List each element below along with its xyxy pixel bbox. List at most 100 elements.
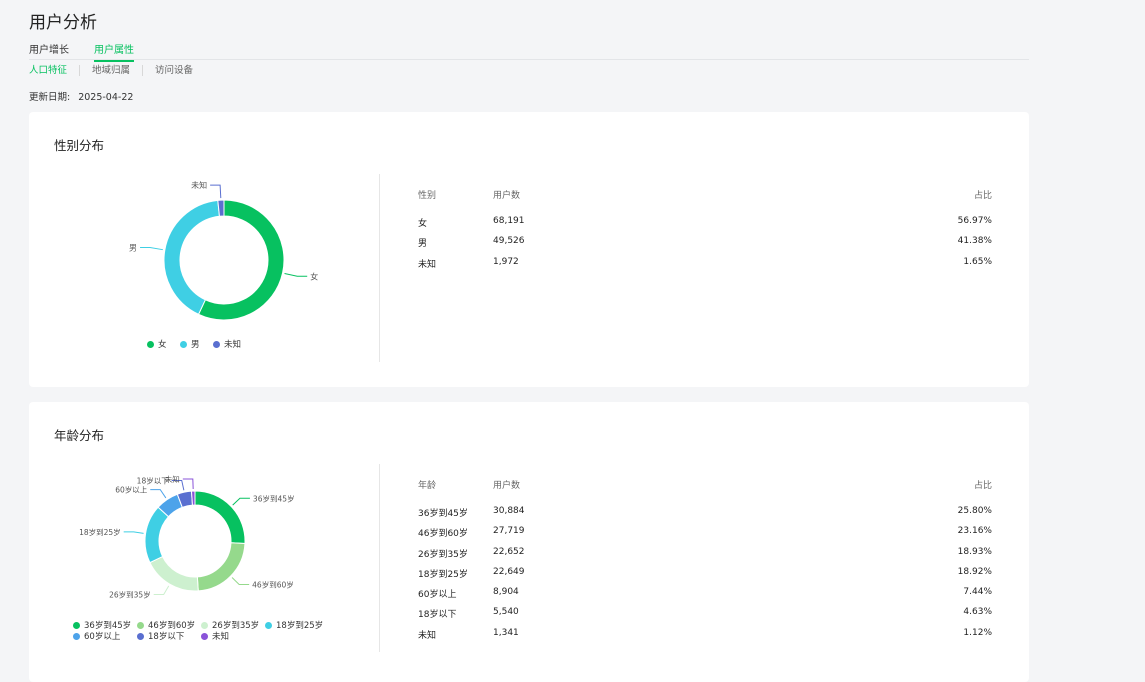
row-count: 22,652 [493,547,525,557]
legend-dot-icon [137,633,144,640]
gender-header-pct: 占比 [973,191,992,201]
row-count: 8,904 [493,587,519,597]
table-row: 未知 1,341 1.12% [418,628,992,642]
update-date: 更新日期: 2025-04-22 [29,89,133,103]
table-row: 46岁到60岁 27,719 23.16% [418,526,992,540]
slice-label: 26岁到35岁 [109,590,151,600]
table-row: 18岁到25岁 22,649 18.92% [418,567,992,581]
row-pct: 25.80% [957,506,992,516]
age-header-count: 用户数 [493,481,521,491]
slice-label-line [284,272,308,277]
update-value: 2025-04-22 [78,92,134,103]
legend-item[interactable]: 未知 [213,338,241,350]
row-name: 18岁以下 [418,610,457,620]
age-header-pct: 占比 [973,481,992,491]
legend-item[interactable]: 60岁以上 [73,630,120,642]
row-count: 22,649 [493,567,525,577]
slice-label-line [150,489,167,499]
legend-label: 60岁以上 [84,632,121,642]
main-tabs: 用户增长 用户属性 [29,38,1029,62]
legend-dot-icon [180,341,187,348]
row-count: 1,341 [493,628,519,638]
legend-label: 18岁到25岁 [276,621,324,631]
legend-label: 女 [158,340,167,350]
slice-label-line [140,247,163,251]
donut-slice[interactable] [190,490,196,506]
row-count: 5,540 [493,607,519,617]
age-legend: 36岁到45岁 46岁到60岁 26岁到35岁 18岁到25岁 60岁以上 18岁以下 未知 [73,619,333,645]
gender-header-name: 性别 [418,191,437,201]
subtab-region[interactable]: 地域归属 [79,65,142,76]
tab-user-attributes[interactable]: 用户属性 [94,41,134,62]
legend-dot-icon [73,622,80,629]
slice-label: 36岁到45岁 [253,493,295,503]
subtab-demographics[interactable]: 人口特征 [29,65,79,76]
row-count: 30,884 [493,506,525,516]
table-row: 女 68,191 56.97% [418,216,992,230]
row-pct: 56.97% [957,216,992,226]
age-title: 年龄分布 [54,428,105,443]
page-title: 用户分析 [29,13,97,33]
sub-tabs: 人口特征 地域归属 访问设备 [29,65,205,76]
slice-label-line [231,577,250,586]
row-pct: 18.92% [957,567,992,577]
table-row: 未知 1,972 1.65% [418,257,992,271]
legend-item[interactable]: 未知 [201,630,229,642]
legend-label: 男 [191,340,200,350]
row-count: 1,972 [493,257,519,267]
donut-slice[interactable] [163,199,220,316]
legend-label: 未知 [212,632,230,642]
row-name: 26岁到35岁 [418,550,468,560]
table-row: 36岁到45岁 30,884 25.80% [418,506,992,520]
legend-dot-icon [213,341,220,348]
tab-user-growth[interactable]: 用户增长 [29,41,69,56]
age-header-name: 年龄 [418,481,437,491]
row-name: 未知 [418,631,437,641]
legend-item[interactable]: 18岁以下 [137,630,184,642]
row-pct: 1.65% [963,257,992,267]
slice-label-line [232,497,250,506]
slice-label-line [182,478,194,490]
slice-label: 未知 [165,474,180,484]
age-card: 年龄分布 36岁到45岁 46岁到60岁 26岁到35岁 18岁到25岁 60岁以上 18… [29,402,1029,682]
gender-header-count: 用户数 [493,191,521,201]
slice-label: 男 [129,244,137,253]
gender-table: 性别 用户数 占比 女 68,191 56.97% 男 49,526 41.38… [418,188,992,278]
update-label: 更新日期: [29,92,71,103]
legend-dot-icon [201,622,208,629]
row-pct: 1.12% [963,628,992,638]
subtab-device[interactable]: 访问设备 [142,65,205,76]
donut-slice[interactable] [149,555,199,592]
slice-label-line [153,585,170,596]
legend-dot-icon [73,633,80,640]
legend-dot-icon [201,633,208,640]
row-name: 36岁到45岁 [418,509,468,519]
gender-card: 性别分布 女男未知 女男未知 性别 用户数 占比 女 68,191 56.97%… [29,112,1029,387]
age-table: 年龄 用户数 占比 36岁到45岁 30,884 25.80% 46岁到60岁 … [418,478,992,648]
table-row: 26岁到35岁 22,652 18.93% [418,547,992,561]
divider [379,174,380,362]
slice-label: 未知 [191,180,207,190]
row-name: 18岁到25岁 [418,570,468,580]
slice-label: 女 [310,271,318,281]
legend-item[interactable]: 男 [180,338,200,350]
table-row: 男 49,526 41.38% [418,236,992,250]
slice-label: 46岁到60岁 [252,580,294,590]
legend-item[interactable]: 18岁到25岁 [265,619,323,631]
legend-dot-icon [265,622,272,629]
slice-label: 60岁以上 [115,485,148,495]
table-row: 60岁以上 8,904 7.44% [418,587,992,601]
slice-label-line [210,184,222,199]
gender-donut-chart: 女 男 未知 [129,180,318,321]
legend-item[interactable]: 女 [147,338,167,350]
row-pct: 41.38% [957,236,992,246]
donut-slice[interactable] [217,199,225,217]
row-name: 男 [418,239,428,249]
gender-legend: 女 男 未知 [147,338,347,352]
row-name: 女 [418,219,428,229]
row-pct: 23.16% [957,526,992,536]
slice-label: 18岁到25岁 [79,527,121,537]
row-name: 未知 [418,260,437,270]
donut-slice[interactable] [144,506,170,564]
donut-slice[interactable] [194,490,246,545]
